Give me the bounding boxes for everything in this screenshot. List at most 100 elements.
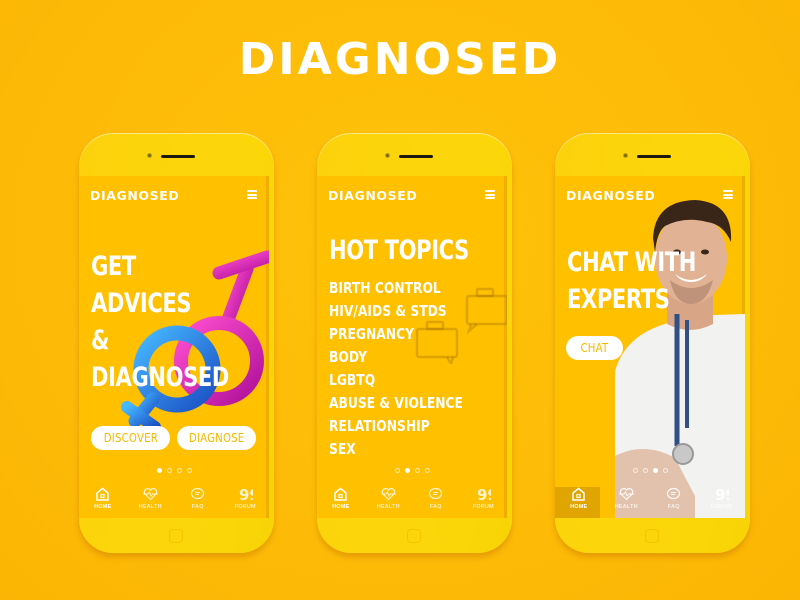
carousel-dot[interactable] xyxy=(652,468,658,473)
carousel-indicator xyxy=(555,468,745,473)
tab-forum[interactable]: 99 FORUM xyxy=(463,487,503,518)
tab-label: FORUM xyxy=(710,504,732,510)
tab-home[interactable]: HOME xyxy=(321,487,361,518)
headline-line: & xyxy=(91,325,109,356)
headline-line: CHAT WITH xyxy=(567,247,696,278)
tab-forum[interactable]: 99 FORUM xyxy=(701,487,741,518)
tab-health[interactable]: HEALTH xyxy=(606,487,646,518)
diagnose-button[interactable]: DIAGNOSE xyxy=(177,426,256,450)
phone-mockup-topics: DIAGNOSED HOT TOPICS BIRTH CONTROL HIV/A… xyxy=(317,133,512,553)
speaker-slot xyxy=(637,155,671,158)
headline-line: DIAGNOSED xyxy=(91,362,229,393)
tab-faq[interactable]: FAQ xyxy=(654,487,694,518)
heart-pulse-icon xyxy=(380,488,396,501)
carousel-dot[interactable] xyxy=(414,468,420,473)
app-logo: DIAGNOSED xyxy=(90,188,180,203)
topic-item[interactable]: SEX xyxy=(329,438,463,461)
tab-label: FORUM xyxy=(234,504,256,510)
tab-label: HEALTH xyxy=(376,504,400,510)
tab-label: HEALTH xyxy=(138,504,162,510)
home-icon xyxy=(572,487,585,501)
heart-pulse-icon xyxy=(618,488,634,501)
carousel-indicator xyxy=(79,468,269,473)
hamburger-menu-icon[interactable] xyxy=(247,190,257,199)
topic-item[interactable]: PREGNANCY xyxy=(329,323,463,346)
camera-dot xyxy=(385,153,390,158)
tab-health[interactable]: HEALTH xyxy=(130,487,170,518)
hot-topics-title: HOT TOPICS xyxy=(329,235,469,266)
phone-screen: DIAGNOSED CHAT WITH EXPERTS CHAT HOME HE… xyxy=(555,176,745,518)
speaker-slot xyxy=(399,155,433,158)
carousel-dot[interactable] xyxy=(642,468,648,473)
bottom-tab-bar: HOME HEALTH FAQ 99 FORUM xyxy=(555,487,745,518)
bottom-tab-bar: HOME HEALTH FAQ 99 FORUM xyxy=(317,487,507,518)
topic-item[interactable]: RELATIONSHIP xyxy=(329,415,463,438)
quote-icon: 99 xyxy=(477,487,491,501)
quote-icon: 99 xyxy=(239,487,253,501)
headline-line: ADVICES xyxy=(91,288,192,319)
chat-bubble-icon xyxy=(429,487,443,500)
topic-item[interactable]: BIRTH CONTROL xyxy=(329,277,463,300)
topic-item[interactable]: LGBTQ xyxy=(329,369,463,392)
tab-label: FAQ xyxy=(667,504,680,510)
tab-label: HOME xyxy=(570,504,588,510)
tab-home[interactable]: HOME xyxy=(559,487,599,518)
chat-button[interactable]: CHAT xyxy=(566,336,623,360)
carousel-dot[interactable] xyxy=(394,468,400,473)
carousel-dot[interactable] xyxy=(186,468,192,473)
tab-label: FAQ xyxy=(429,504,442,510)
discover-label: DISCOVER xyxy=(103,431,158,445)
phone-screen: DIAGNOSED HOT TOPICS BIRTH CONTROL HIV/A… xyxy=(317,176,507,518)
carousel-indicator xyxy=(317,468,507,473)
topic-item[interactable]: HIV/AIDS & STDS xyxy=(329,300,463,323)
hero-headline: CHAT WITH EXPERTS xyxy=(567,244,696,318)
chat-bubble-icon xyxy=(667,487,681,500)
tab-label: HEALTH xyxy=(614,504,638,510)
svg-text:99: 99 xyxy=(715,487,729,501)
svg-text:99: 99 xyxy=(239,487,253,501)
tab-faq[interactable]: FAQ xyxy=(178,487,218,518)
carousel-dot[interactable] xyxy=(404,468,410,473)
tab-label: FORUM xyxy=(472,504,494,510)
chat-bubble-icon xyxy=(191,487,205,500)
heart-pulse-icon xyxy=(142,488,158,501)
phone-mockup-chat: DIAGNOSED CHAT WITH EXPERTS CHAT HOME HE… xyxy=(555,133,750,553)
carousel-dot[interactable] xyxy=(424,468,430,473)
home-hardware-button xyxy=(407,529,421,543)
headline-line: GET xyxy=(91,251,136,282)
tab-label: HOME xyxy=(332,504,350,510)
carousel-dot[interactable] xyxy=(166,468,172,473)
tab-faq[interactable]: FAQ xyxy=(416,487,456,518)
carousel-dot[interactable] xyxy=(176,468,182,473)
discover-button[interactable]: DISCOVER xyxy=(91,426,170,450)
phone-screen: DIAGNOSED GET ADVICES & DIAGNOSED DISCOV… xyxy=(79,176,269,518)
tab-home[interactable]: HOME xyxy=(83,487,123,518)
topic-item[interactable]: BODY xyxy=(329,346,463,369)
svg-text:99: 99 xyxy=(477,487,491,501)
hero-headline: GET ADVICES & DIAGNOSED xyxy=(91,248,229,396)
topic-item[interactable]: ABUSE & VIOLENCE xyxy=(329,392,463,415)
tab-label: HOME xyxy=(94,504,112,510)
home-icon xyxy=(96,487,109,501)
carousel-dot[interactable] xyxy=(662,468,668,473)
home-icon xyxy=(334,487,347,501)
headline-line: EXPERTS xyxy=(567,284,670,315)
carousel-dot[interactable] xyxy=(156,468,162,473)
camera-dot xyxy=(147,153,152,158)
speaker-slot xyxy=(161,155,195,158)
diagnose-label: DIAGNOSE xyxy=(188,431,245,445)
tab-forum[interactable]: 99 FORUM xyxy=(225,487,265,518)
chat-label: CHAT xyxy=(580,341,609,355)
camera-dot xyxy=(623,153,628,158)
home-hardware-button xyxy=(645,529,659,543)
carousel-dot[interactable] xyxy=(632,468,638,473)
bottom-tab-bar: HOME HEALTH FAQ 99 FORUM xyxy=(79,487,269,518)
topic-list: BIRTH CONTROL HIV/AIDS & STDS PREGNANCY … xyxy=(329,277,492,461)
tab-health[interactable]: HEALTH xyxy=(368,487,408,518)
app-logo: DIAGNOSED xyxy=(328,188,418,203)
brand-title: DIAGNOSED xyxy=(238,34,562,85)
tab-label: FAQ xyxy=(191,504,204,510)
quote-icon: 99 xyxy=(715,487,729,501)
hamburger-menu-icon[interactable] xyxy=(485,190,495,199)
phone-mockup-home: DIAGNOSED GET ADVICES & DIAGNOSED DISCOV… xyxy=(79,133,274,553)
